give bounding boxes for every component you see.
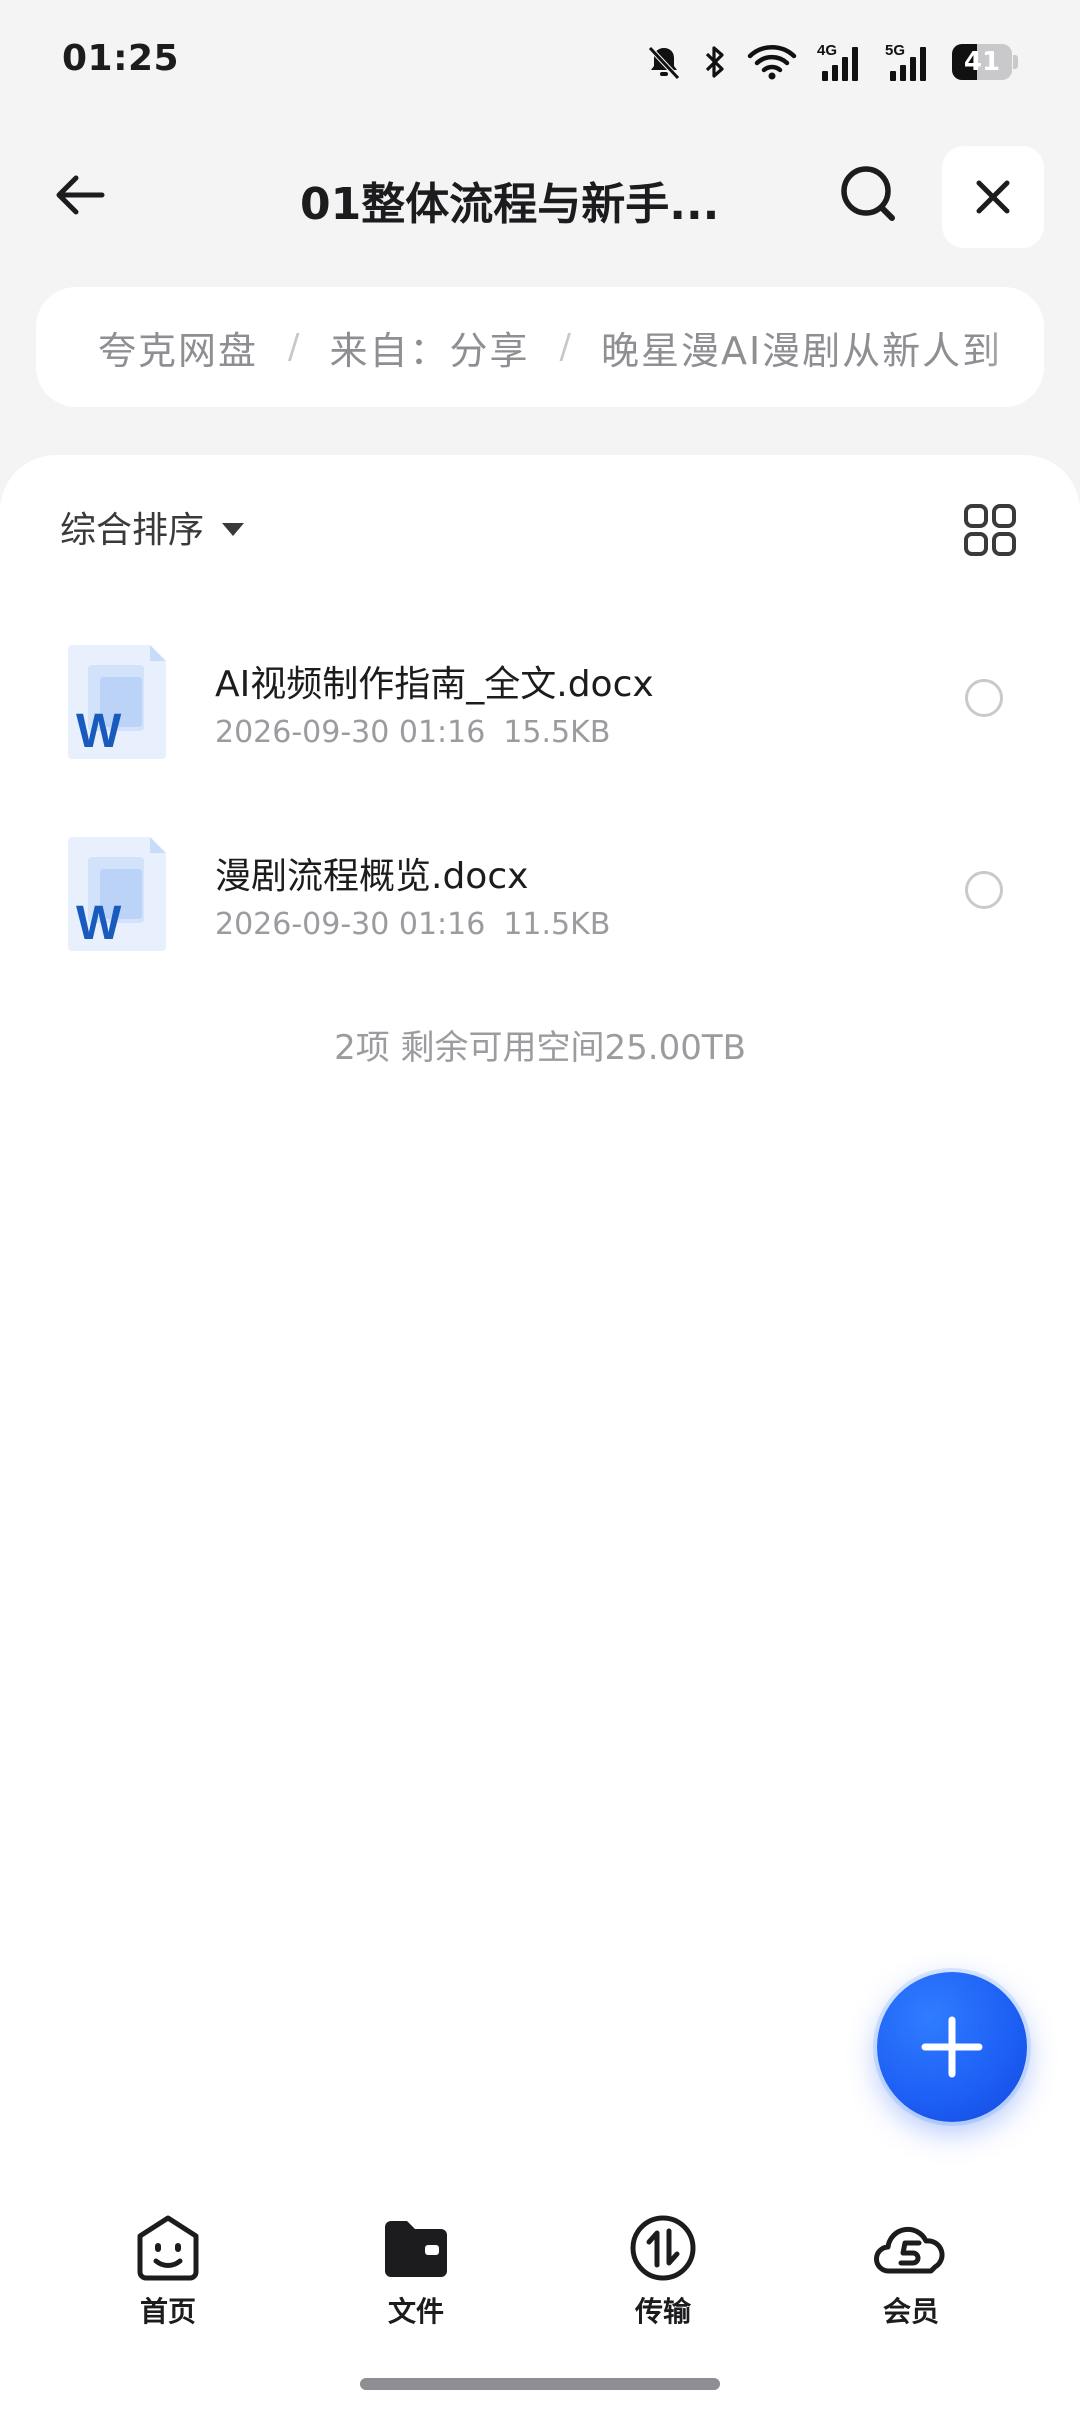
nav-item-home[interactable]: 首页 xyxy=(83,2190,253,2340)
file-name: AI视频制作指南_全文.docx xyxy=(215,664,654,705)
nav-label-transfer: 传输 xyxy=(634,2295,691,2328)
network-4g-label: 4G xyxy=(817,42,837,59)
cloud-member-icon xyxy=(874,2226,945,2274)
storage-summary: 2项 剩余可用空间25.00TB xyxy=(334,1028,746,1068)
folder-icon xyxy=(385,2221,447,2277)
file-meta: 2026-09-30 01:16 15.5KB xyxy=(215,715,610,750)
file-size: 11.5KB xyxy=(503,907,611,942)
nav-item-member[interactable]: 会员 xyxy=(826,2190,996,2340)
file-row[interactable]: W AI视频制作指南_全文.docx 2026-09-30 01:16 15.5K… xyxy=(0,615,1080,807)
word-file-icon: W xyxy=(68,837,166,951)
breadcrumb: 夸克网盘 / 来自：分享 / 晚星漫AI漫剧从新人到 xyxy=(36,287,1044,407)
select-radio[interactable] xyxy=(965,679,1003,717)
nav-label-member: 会员 xyxy=(882,2295,939,2328)
search-icon xyxy=(841,166,895,221)
bell-muted-icon xyxy=(648,46,680,80)
nav-label-home: 首页 xyxy=(139,2295,196,2328)
breadcrumb-item-share[interactable]: 来自：分享 xyxy=(329,320,529,375)
plus-icon xyxy=(921,2016,983,2078)
breadcrumb-separator: / xyxy=(288,327,300,367)
home-indicator[interactable] xyxy=(360,2378,720,2390)
bluetooth-icon xyxy=(705,46,724,78)
file-list-panel: 综合排序 W AI视频制作指南_全文.docx 2026-09-30 01:16… xyxy=(0,455,1080,2412)
sort-dropdown[interactable]: 综合排序 xyxy=(60,495,245,559)
select-radio[interactable] xyxy=(965,871,1003,909)
file-row[interactable]: W 漫剧流程概览.docx 2026-09-30 01:16 11.5KB xyxy=(0,807,1080,999)
battery-icon: 41 xyxy=(952,44,1018,80)
search-button[interactable] xyxy=(830,155,910,235)
file-date: 2026-09-30 01:16 xyxy=(215,907,486,942)
file-size: 15.5KB xyxy=(503,715,611,750)
status-time: 01:25 xyxy=(62,38,180,79)
caret-down-icon xyxy=(222,522,245,536)
breadcrumb-item-root[interactable]: 夸克网盘 xyxy=(98,320,258,375)
title-bar: 01整体流程与新手... xyxy=(0,140,1080,250)
arrow-left-icon xyxy=(56,175,105,215)
signal-4g-icon: 4G xyxy=(817,42,858,81)
nav-item-transfer[interactable]: 传输 xyxy=(578,2190,748,2340)
status-bar: 01:25 4G 5G 41 xyxy=(0,0,1080,120)
sort-label: 综合排序 xyxy=(60,510,205,551)
close-icon xyxy=(976,180,1010,214)
bottom-nav: 首页 文件 传输 会员 xyxy=(0,2190,1080,2340)
wifi-icon xyxy=(747,45,797,80)
file-list: W AI视频制作指南_全文.docx 2026-09-30 01:16 15.5K… xyxy=(0,615,1080,999)
back-button[interactable] xyxy=(40,155,120,235)
file-meta: 2026-09-30 01:16 11.5KB xyxy=(215,907,610,942)
smile-face-icon xyxy=(137,2215,199,2281)
close-button[interactable] xyxy=(942,146,1044,248)
file-name: 漫剧流程概览.docx xyxy=(215,856,529,897)
file-date: 2026-09-30 01:16 xyxy=(215,715,486,750)
svg-text:W: W xyxy=(76,897,122,950)
svg-text:W: W xyxy=(76,705,122,758)
add-button[interactable] xyxy=(877,1972,1027,2122)
grid-view-icon xyxy=(964,504,1016,556)
nav-item-files[interactable]: 文件 xyxy=(331,2190,501,2340)
breadcrumb-item-folder[interactable]: 晚星漫AI漫剧从新人到 xyxy=(601,320,1002,375)
signal-5g-icon: 5G xyxy=(885,42,926,81)
breadcrumb-fade xyxy=(984,287,1044,407)
quark-drive-folder-screen: 01:25 4G 5G 41 01整体流程与新手... 夸克网盘 / 来自：分享… xyxy=(0,0,1080,2412)
battery-level: 41 xyxy=(963,47,1001,77)
status-icons: 4G 5G 41 xyxy=(644,40,1018,84)
nav-label-files: 文件 xyxy=(387,2295,444,2328)
breadcrumb-separator: / xyxy=(559,327,571,367)
word-file-icon: W xyxy=(68,645,166,759)
transfer-icon xyxy=(630,2215,696,2281)
page-title: 01整体流程与新手... xyxy=(300,179,720,230)
grid-view-button[interactable] xyxy=(955,495,1025,565)
network-5g-label: 5G xyxy=(885,42,905,59)
